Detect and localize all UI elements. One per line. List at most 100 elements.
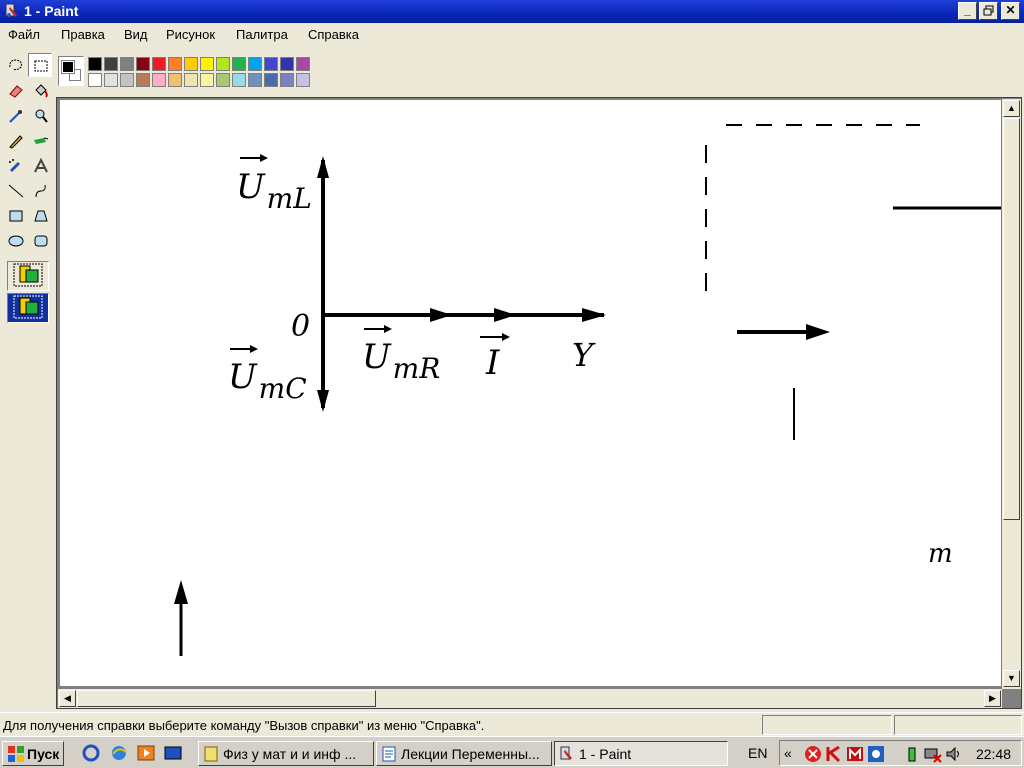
airbrush-tool[interactable] [3, 153, 27, 177]
color-swatch[interactable] [264, 57, 278, 71]
color-swatch[interactable] [152, 73, 166, 87]
menu-file[interactable]: Файл [8, 27, 40, 42]
power-icon[interactable] [903, 745, 921, 763]
clock[interactable]: 22:48 [976, 746, 1011, 762]
color-swatch[interactable] [152, 57, 166, 71]
media-icon[interactable] [137, 744, 155, 762]
color-swatch[interactable] [296, 57, 310, 71]
drawing-canvas[interactable]: UmL 0 UmC UmR I Y m [60, 100, 1001, 686]
menu-help[interactable]: Справка [308, 27, 359, 42]
ie-icon[interactable] [110, 744, 128, 762]
fill-tool[interactable] [28, 78, 52, 102]
ellipse-tool[interactable] [3, 228, 27, 252]
kaspersky-icon[interactable] [825, 745, 843, 763]
mail-icon[interactable] [846, 745, 864, 763]
color-swatch[interactable] [232, 57, 246, 71]
vertical-scrollbar[interactable]: ▲ ▼ [1002, 99, 1021, 689]
minimize-button[interactable]: _ [958, 2, 977, 20]
task-fiz[interactable]: Физ у мат и и инф ... [198, 741, 374, 766]
horizontal-scrollbar[interactable]: ◀ ▶ [58, 689, 1002, 708]
color-swatch[interactable] [120, 73, 134, 87]
scroll-up-button[interactable]: ▲ [1003, 100, 1020, 117]
title-bar[interactable]: 1 - Paint _ ✕ [0, 0, 1024, 23]
color-swatch[interactable] [88, 73, 102, 87]
rect-select-icon [34, 60, 48, 72]
color-swatch[interactable] [264, 73, 278, 87]
label-umc: UmC [228, 357, 307, 405]
menu-edit[interactable]: Правка [61, 27, 105, 42]
start-label: Пуск [27, 746, 60, 762]
network-icon[interactable] [867, 745, 885, 763]
color-swatch[interactable] [216, 57, 230, 71]
free-select-tool[interactable] [3, 53, 27, 77]
transparent-on-option[interactable] [7, 293, 49, 323]
color-picker-tool[interactable] [3, 103, 27, 127]
tray-expand-icon[interactable]: « [784, 745, 792, 761]
color-swatch[interactable] [184, 73, 198, 87]
menu-image[interactable]: Рисунок [166, 27, 215, 42]
task-paint[interactable]: 1 - Paint [554, 741, 728, 766]
color-swatch[interactable] [232, 73, 246, 87]
umc-vector-bar [230, 345, 258, 353]
task-lectures[interactable]: Лекции Переменны... [376, 741, 552, 766]
opera-icon[interactable] [82, 744, 100, 762]
magnifier-tool[interactable] [28, 103, 52, 127]
polygon-tool[interactable] [28, 203, 52, 227]
ellipse-icon [8, 235, 24, 247]
close-button[interactable]: ✕ [1001, 2, 1020, 20]
status-size-panel [894, 715, 1022, 735]
color-swatch[interactable] [184, 57, 198, 71]
color-swatch[interactable] [248, 73, 262, 87]
color-swatch[interactable] [216, 73, 230, 87]
color-swatch[interactable] [280, 73, 294, 87]
color-swatch[interactable] [88, 57, 102, 71]
transparent-off-option[interactable] [7, 261, 49, 291]
i-vector-bar [480, 333, 510, 341]
menu-palette[interactable]: Палитра [236, 27, 288, 42]
color-swatch[interactable] [104, 57, 118, 71]
horizontal-scroll-thumb[interactable] [77, 690, 376, 707]
menu-bar: Файл Правка Вид Рисунок Палитра Справка [0, 23, 1024, 47]
network-disconnected-icon[interactable] [924, 745, 942, 763]
curve-tool[interactable] [28, 178, 52, 202]
color-swatch[interactable] [168, 73, 182, 87]
desktop-icon[interactable] [164, 744, 182, 762]
color-swatch[interactable] [200, 57, 214, 71]
language-indicator[interactable]: EN [748, 745, 767, 761]
text-icon [34, 157, 48, 173]
color-swatch[interactable] [136, 73, 150, 87]
color-swatch[interactable] [120, 57, 134, 71]
foreground-color[interactable] [61, 60, 75, 74]
scroll-right-button[interactable]: ▶ [984, 690, 1001, 707]
restore-button[interactable] [979, 2, 998, 20]
label-y: Y [572, 336, 596, 374]
color-swatch[interactable] [104, 73, 118, 87]
arrow-left-icon: ◀ [64, 693, 71, 703]
color-swatch[interactable] [280, 57, 294, 71]
rectangle-tool[interactable] [3, 203, 27, 227]
color-swatch[interactable] [248, 57, 262, 71]
current-colors[interactable] [58, 56, 84, 86]
antivirus-icon[interactable] [804, 745, 822, 763]
brush-tool[interactable] [28, 128, 52, 152]
menu-view[interactable]: Вид [124, 27, 148, 42]
eraser-tool[interactable] [3, 78, 27, 102]
color-swatch[interactable] [200, 73, 214, 87]
toolbox [0, 50, 55, 710]
opaque-selection-icon [13, 263, 43, 287]
color-swatch[interactable] [168, 57, 182, 71]
scroll-down-button[interactable]: ▼ [1003, 670, 1020, 687]
rect-select-tool[interactable] [28, 53, 52, 77]
brush-icon [34, 137, 49, 144]
color-swatch[interactable] [136, 57, 150, 71]
volume-icon[interactable] [945, 745, 963, 763]
rounded-rect-tool[interactable] [28, 228, 52, 252]
color-swatch[interactable] [296, 73, 310, 87]
vertical-scroll-thumb[interactable] [1003, 118, 1020, 520]
pencil-tool[interactable] [3, 128, 27, 152]
rectangle-icon [9, 210, 23, 222]
scroll-left-button[interactable]: ◀ [59, 690, 76, 707]
start-button[interactable]: Пуск [2, 741, 64, 766]
line-tool[interactable] [3, 178, 27, 202]
text-tool[interactable] [28, 153, 52, 177]
